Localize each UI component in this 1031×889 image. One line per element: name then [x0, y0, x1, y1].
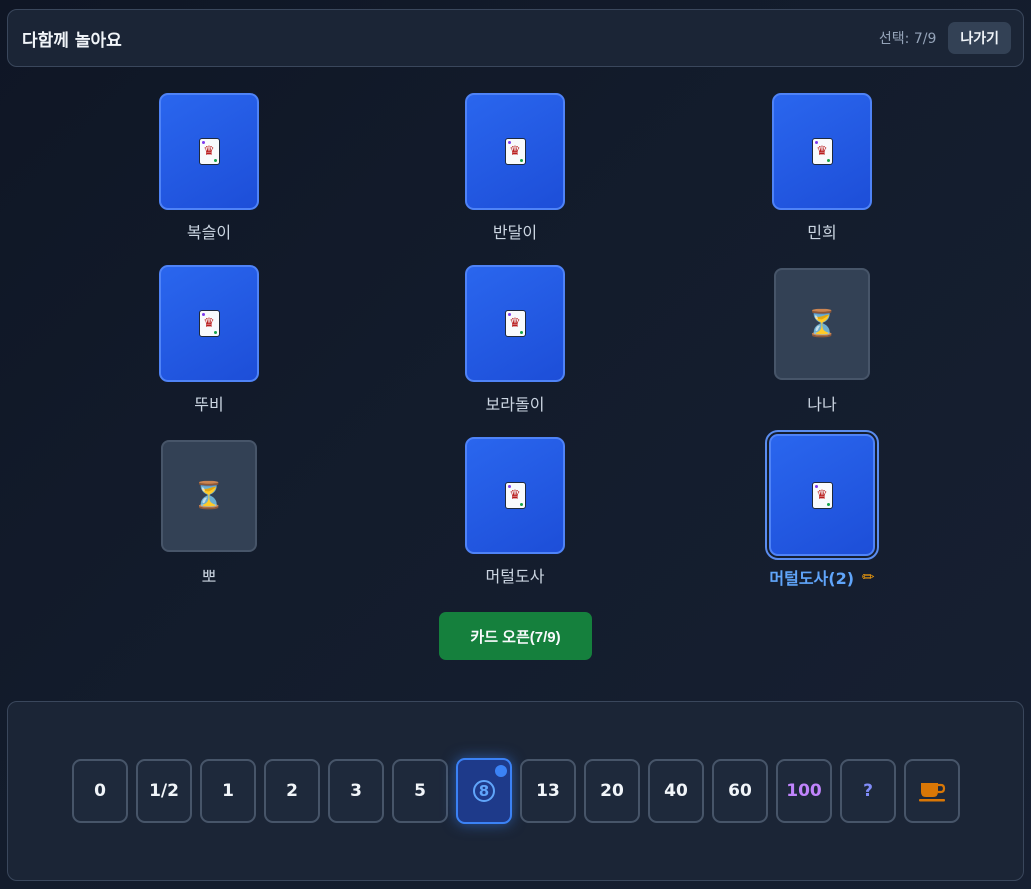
player-name: 나나 — [807, 395, 837, 414]
player-name: 복슬이 — [186, 223, 232, 242]
player-name: 보라돌이 — [485, 395, 545, 414]
card-back-icon: ♛ — [198, 138, 220, 165]
card-back-icon: ♛ — [811, 138, 833, 165]
card-back: ♛ — [465, 437, 565, 554]
player-seat: ⏳ 뽀 — [94, 437, 324, 597]
player-seat: ⏳ 나나 — [707, 265, 937, 425]
card-back-icon: ♛ — [198, 310, 220, 337]
coffee-icon — [919, 783, 946, 802]
player-seat: ♛ 반달이 — [400, 93, 630, 253]
vote-card-coffee[interactable] — [904, 759, 960, 823]
card-back: ♛ — [159, 93, 259, 210]
player-name: 머털도사 — [485, 567, 545, 586]
player-seat: ♛ 민희 — [707, 93, 937, 253]
my-seat: ♛ 머털도사(2) ✏ — [707, 430, 937, 597]
vote-card-3[interactable]: 3 — [328, 759, 384, 823]
player-seat: ♛ 뚜비 — [94, 265, 324, 425]
vote-card-40[interactable]: 40 — [648, 759, 704, 823]
card-back-icon: ♛ — [504, 138, 526, 165]
player-name: 뽀 — [201, 567, 217, 586]
my-card: ♛ — [765, 430, 879, 560]
player-seat: ♛ 머털도사 — [400, 437, 630, 597]
player-seat: ♛ 복슬이 — [94, 93, 324, 253]
vote-card-1[interactable]: 1 — [200, 759, 256, 823]
player-grid: ♛ 복슬이 ♛ 반달이 ♛ 민희 ♛ 뚜비 ♛ 보라돌이 ⏳ 나나 ⏳ 뽀 ♛ … — [0, 0, 1031, 600]
player-seat: ♛ 보라돌이 — [400, 265, 630, 425]
vote-card-question[interactable]: ? — [840, 759, 896, 823]
waiting-card: ⏳ — [161, 440, 257, 552]
card-back-icon: ♛ — [504, 310, 526, 337]
vote-deck: 0 1/2 1 2 3 5 8 13 20 40 60 100 ? — [7, 701, 1024, 881]
player-name: 민희 — [807, 223, 837, 242]
vote-card-60[interactable]: 60 — [712, 759, 768, 823]
pencil-icon[interactable]: ✏ — [862, 568, 875, 586]
my-name: 머털도사(2) ✏ — [769, 566, 874, 588]
selected-indicator-dot — [495, 765, 507, 777]
player-name: 머털도사(2) — [769, 569, 855, 588]
player-name: 반달이 — [492, 223, 538, 242]
player-name: 뚜비 — [194, 395, 224, 414]
selected-value: 8 — [473, 780, 495, 802]
vote-card-half[interactable]: 1/2 — [136, 759, 192, 823]
card-back: ♛ — [465, 93, 565, 210]
vote-card-20[interactable]: 20 — [584, 759, 640, 823]
vote-card-0[interactable]: 0 — [72, 759, 128, 823]
open-cards-button[interactable]: 카드 오픈(7/9) — [439, 612, 592, 660]
card-back: ♛ — [772, 93, 872, 210]
vote-card-8-selected[interactable]: 8 — [456, 758, 512, 824]
card-back: ♛ — [159, 265, 259, 382]
hourglass-icon: ⏳ — [805, 309, 839, 339]
waiting-card: ⏳ — [774, 268, 870, 380]
vote-card-13[interactable]: 13 — [520, 759, 576, 823]
vote-card-5[interactable]: 5 — [392, 759, 448, 823]
card-back-icon: ♛ — [504, 482, 526, 509]
vote-card-2[interactable]: 2 — [264, 759, 320, 823]
hourglass-icon: ⏳ — [192, 481, 226, 511]
vote-card-row: 0 1/2 1 2 3 5 8 13 20 40 60 100 ? — [72, 758, 960, 824]
card-back: ♛ — [465, 265, 565, 382]
card-back-icon: ♛ — [811, 481, 833, 509]
vote-card-100[interactable]: 100 — [776, 759, 832, 823]
